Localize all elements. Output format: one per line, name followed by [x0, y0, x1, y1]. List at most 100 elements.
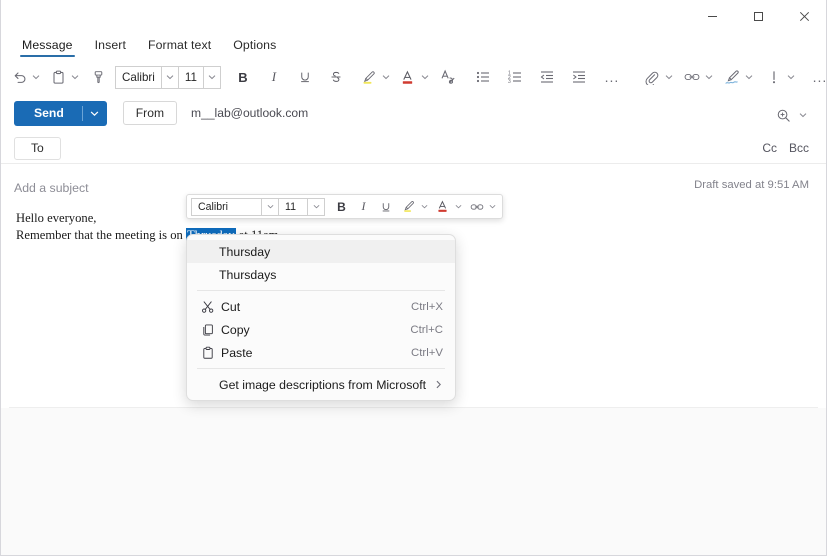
- chevron-down-icon: [166, 75, 174, 80]
- increase-indent-button[interactable]: [566, 64, 592, 90]
- highlighter-icon: [404, 201, 414, 212]
- paste-button[interactable]: [45, 64, 71, 90]
- menu-item-cut-label: Cut: [221, 299, 241, 314]
- mini-font-color-button[interactable]: [433, 197, 452, 217]
- clear-formatting-button[interactable]: [435, 64, 461, 90]
- mini-font-name-combo[interactable]: Calibri: [191, 197, 279, 216]
- highlight-button[interactable]: [356, 64, 382, 90]
- font-name-combo[interactable]: Calibri: [115, 65, 179, 89]
- mini-font-color-dropdown[interactable]: [452, 197, 464, 217]
- to-button[interactable]: To: [14, 136, 61, 160]
- zoom-icon: [777, 109, 790, 122]
- send-dropdown[interactable]: [83, 109, 107, 118]
- link-button[interactable]: [679, 64, 705, 90]
- mini-font-name-value: Calibri: [198, 200, 229, 213]
- send-button[interactable]: Send: [14, 100, 107, 126]
- font-color-icon: [403, 70, 413, 84]
- copy-icon: [197, 323, 219, 337]
- mini-italic-button[interactable]: I: [354, 197, 373, 217]
- chevron-down-icon: [90, 110, 99, 116]
- decrease-indent-icon: [540, 71, 553, 83]
- tab-message[interactable]: Message: [11, 35, 84, 57]
- tab-insert[interactable]: Insert: [84, 35, 137, 57]
- minimize-button[interactable]: [689, 0, 735, 32]
- tab-format-text[interactable]: Format text: [137, 35, 222, 57]
- cc-button[interactable]: Cc: [762, 141, 777, 155]
- zoom-control: [770, 102, 809, 128]
- format-painter-button[interactable]: [85, 64, 111, 90]
- attach-button[interactable]: [639, 64, 665, 90]
- mini-underline-button[interactable]: [376, 197, 395, 217]
- strikethrough-icon: [331, 71, 341, 82]
- paste-icon: [52, 70, 64, 84]
- tab-format-text-label: Format text: [147, 38, 212, 52]
- menu-item-copy[interactable]: Copy Ctrl+C: [187, 318, 455, 341]
- chevron-down-icon: [665, 75, 673, 80]
- menu-item-paste[interactable]: Paste Ctrl+V: [187, 341, 455, 364]
- mini-bold-button[interactable]: B: [332, 197, 351, 217]
- font-color-button[interactable]: [395, 64, 421, 90]
- mini-font-size-dropdown[interactable]: [307, 198, 324, 215]
- chevron-down-icon: [267, 204, 273, 209]
- undo-icon: [14, 71, 25, 83]
- maximize-icon: [753, 11, 763, 21]
- mini-highlight-dropdown[interactable]: [418, 197, 430, 217]
- to-row: To: [0, 133, 827, 164]
- minimize-icon: [707, 15, 717, 17]
- chevron-down-icon: [745, 75, 753, 80]
- font-size-combo[interactable]: 11: [177, 65, 221, 89]
- send-row: Send From m__lab@outlook.com: [0, 97, 827, 129]
- menu-item-cut[interactable]: Cut Ctrl+X: [187, 295, 455, 318]
- strikethrough-button[interactable]: [323, 64, 349, 90]
- undo-button[interactable]: [6, 64, 32, 90]
- signature-button[interactable]: [719, 64, 745, 90]
- highlight-dropdown[interactable]: [382, 64, 390, 90]
- menu-item-image-descriptions-label: Get image descriptions from Microsoft: [219, 377, 427, 392]
- from-button[interactable]: From: [122, 101, 178, 125]
- menu-item-image-descriptions[interactable]: Get image descriptions from Microsoft: [187, 373, 455, 396]
- zoom-dropdown[interactable]: [796, 102, 809, 128]
- font-name-dropdown[interactable]: [160, 66, 178, 88]
- zoom-button[interactable]: [770, 102, 796, 128]
- tab-options[interactable]: Options: [222, 35, 287, 57]
- decrease-indent-button[interactable]: [534, 64, 560, 90]
- mini-link-dropdown[interactable]: [486, 197, 498, 217]
- suggestion-thursday[interactable]: Thursday: [187, 240, 455, 263]
- chevron-right-icon: [434, 380, 443, 389]
- attach-dropdown[interactable]: [665, 64, 673, 90]
- numbered-list-button[interactable]: 1 2 3: [502, 64, 528, 90]
- subject-input-placeholder: Add a subject: [14, 181, 89, 195]
- chevron-down-icon: [313, 204, 319, 209]
- paste-dropdown[interactable]: [71, 64, 79, 90]
- menu-divider-2: [197, 368, 445, 369]
- font-size-dropdown[interactable]: [202, 66, 220, 88]
- clear-formatting-icon: [441, 69, 455, 84]
- font-color-dropdown[interactable]: [421, 64, 429, 90]
- link-dropdown[interactable]: [705, 64, 713, 90]
- bcc-button[interactable]: Bcc: [789, 141, 809, 155]
- importance-dropdown[interactable]: [787, 64, 795, 90]
- close-button[interactable]: [781, 0, 827, 32]
- window-background: [0, 408, 827, 556]
- importance-button[interactable]: [761, 64, 787, 90]
- signature-dropdown[interactable]: [745, 64, 753, 90]
- mini-link-button[interactable]: [467, 197, 486, 217]
- from-address[interactable]: m__lab@outlook.com: [191, 106, 308, 120]
- undo-dropdown[interactable]: [32, 64, 40, 90]
- mini-font-size-combo[interactable]: 11: [278, 197, 325, 216]
- underline-button[interactable]: [292, 64, 318, 90]
- bulleted-list-button[interactable]: [470, 64, 496, 90]
- mini-floating-toolbar: Calibri 11 B I: [186, 194, 503, 219]
- paste-icon: [197, 346, 219, 360]
- italic-button[interactable]: I: [261, 64, 287, 90]
- mini-font-name-dropdown[interactable]: [261, 198, 278, 215]
- bold-button[interactable]: B: [230, 64, 256, 90]
- more-options-button[interactable]: ...: [807, 64, 827, 90]
- suggestion-thursdays[interactable]: Thursdays: [187, 263, 455, 286]
- more-formatting-button[interactable]: ...: [599, 64, 625, 90]
- mini-highlight-button[interactable]: [399, 197, 418, 217]
- maximize-button[interactable]: [735, 0, 781, 32]
- chevron-down-icon: [799, 113, 806, 118]
- bulleted-list-icon: [476, 71, 489, 83]
- menu-item-paste-label: Paste: [221, 345, 253, 360]
